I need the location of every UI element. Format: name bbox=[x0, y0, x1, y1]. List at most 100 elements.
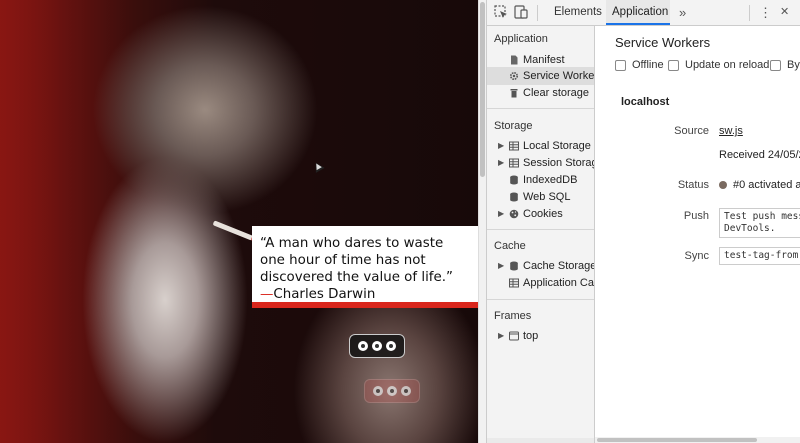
offline-checkbox[interactable]: Offline bbox=[615, 59, 664, 71]
slide-dot-icon bbox=[373, 386, 383, 396]
slide-dot-icon[interactable] bbox=[358, 341, 368, 351]
database-icon bbox=[510, 192, 518, 202]
application-sidebar: Application Manifest Service Workers Cle… bbox=[487, 26, 595, 443]
toolbar-divider bbox=[537, 5, 538, 21]
scrollbar-thumb[interactable] bbox=[480, 2, 485, 177]
checkbox-label: Offline bbox=[632, 59, 664, 71]
section-divider bbox=[487, 108, 594, 109]
sidebar-item-indexeddb[interactable]: IndexedDB bbox=[487, 171, 594, 189]
sidebar-item-label: Local Storage bbox=[523, 140, 591, 152]
expand-arrow-icon[interactable]: ▶ bbox=[498, 137, 504, 155]
sidebar-item-application-cache[interactable]: Application Cache bbox=[487, 274, 594, 292]
slide-nav-pill-reflection bbox=[364, 379, 420, 403]
sidebar-scrollbar[interactable] bbox=[487, 438, 594, 443]
toolbar-divider bbox=[749, 5, 750, 21]
checkbox-box[interactable] bbox=[668, 59, 679, 71]
quote-text-block: “A man who dares to waste one hour of ti… bbox=[260, 235, 470, 303]
red-shade-overlay bbox=[0, 0, 60, 443]
mouse-cursor-icon bbox=[311, 160, 325, 173]
slide-dot-icon bbox=[387, 386, 397, 396]
sidebar-item-label: top bbox=[523, 330, 539, 342]
source-label: Source bbox=[674, 125, 709, 137]
database-icon bbox=[510, 175, 518, 185]
section-divider bbox=[487, 299, 594, 300]
sidebar-item-label: Service Workers bbox=[523, 70, 595, 82]
checkbox-label: Update on reload bbox=[685, 59, 770, 71]
checkbox-label: Bypass for network bbox=[787, 59, 800, 71]
sidebar-item-label: Clear storage bbox=[523, 87, 590, 99]
sidebar-item-label: Application Cache bbox=[523, 277, 594, 289]
page-scrollbar[interactable] bbox=[478, 0, 486, 443]
quote-text: “A man who dares to waste one hour of ti… bbox=[260, 236, 453, 285]
expand-arrow-icon[interactable]: ▶ bbox=[498, 327, 504, 345]
scrollbar-thumb[interactable] bbox=[597, 438, 757, 442]
section-title-application: Application bbox=[494, 33, 548, 45]
section-divider bbox=[487, 229, 594, 230]
sidebar-item-web-sql[interactable]: Web SQL bbox=[487, 188, 594, 206]
tab-application[interactable]: Application bbox=[606, 0, 670, 25]
close-icon[interactable]: ✕ bbox=[780, 0, 789, 25]
push-label: Push bbox=[683, 210, 709, 222]
trash-icon bbox=[510, 89, 518, 98]
devtools-panel: Elements Application » ⋮ ✕ Application M… bbox=[486, 0, 800, 443]
gear-icon bbox=[509, 71, 519, 81]
pane-horizontal-scrollbar[interactable] bbox=[595, 437, 800, 443]
grid-icon bbox=[509, 158, 519, 168]
database-icon bbox=[510, 261, 518, 271]
sync-label: Sync bbox=[684, 250, 709, 262]
source-file-link[interactable]: sw.js bbox=[719, 125, 743, 137]
status-text: #0 activated and is running bbox=[733, 179, 800, 191]
sidebar-item-label: Session Storage bbox=[523, 157, 594, 169]
push-message-input[interactable]: Test push message from DevTools. bbox=[719, 208, 800, 238]
sidebar-item-cache-storage[interactable]: ▶ Cache Storage bbox=[487, 257, 595, 275]
sidebar-item-service-workers[interactable]: Service Workers bbox=[487, 67, 595, 85]
web-page-viewport: “A man who dares to waste one hour of ti… bbox=[0, 0, 478, 443]
tab-elements[interactable]: Elements bbox=[548, 0, 608, 25]
device-toolbar-icon[interactable] bbox=[514, 5, 528, 19]
worker-host: localhost bbox=[621, 96, 670, 108]
status-dot-icon bbox=[719, 181, 727, 189]
section-title-cache: Cache bbox=[494, 240, 526, 252]
expand-arrow-icon[interactable]: ▶ bbox=[498, 154, 504, 172]
slide-dot-icon bbox=[401, 386, 411, 396]
inspect-element-icon[interactable] bbox=[494, 5, 508, 19]
sidebar-item-local-storage[interactable]: ▶ Local Storage bbox=[487, 137, 594, 155]
document-icon bbox=[511, 55, 518, 65]
quote-author: Charles Darwin bbox=[273, 287, 376, 302]
slide-dot-icon[interactable] bbox=[372, 341, 382, 351]
frame-icon bbox=[509, 331, 519, 341]
expand-arrow-icon[interactable]: ▶ bbox=[498, 257, 504, 275]
service-workers-pane: Service Workers Offline Update on reload… bbox=[595, 26, 800, 443]
bypass-for-network-checkbox[interactable]: Bypass for network bbox=[770, 59, 800, 71]
slide-dot-icon[interactable] bbox=[386, 341, 396, 351]
checkbox-box[interactable] bbox=[770, 59, 781, 71]
expand-arrow-icon[interactable]: ▶ bbox=[498, 205, 504, 223]
sidebar-item-clear-storage[interactable]: Clear storage bbox=[487, 84, 594, 102]
quote-dash: — bbox=[260, 287, 274, 302]
sync-tag-input[interactable]: test-tag-from-devtools bbox=[719, 247, 800, 265]
menu-icon[interactable]: ⋮ bbox=[759, 0, 772, 25]
section-title-frames: Frames bbox=[494, 310, 532, 322]
status-label: Status bbox=[677, 179, 709, 191]
grid-icon bbox=[509, 278, 519, 288]
sidebar-item-label: Cache Storage bbox=[523, 260, 595, 272]
sidebar-item-cookies[interactable]: ▶ Cookies bbox=[487, 205, 594, 223]
devtools-toolbar: Elements Application » ⋮ ✕ bbox=[487, 0, 800, 26]
section-title-storage: Storage bbox=[494, 120, 533, 132]
sidebar-item-label: Web SQL bbox=[523, 191, 571, 203]
sidebar-item-session-storage[interactable]: ▶ Session Storage bbox=[487, 154, 594, 172]
slide-nav-pill[interactable] bbox=[349, 334, 405, 358]
more-tabs-icon[interactable]: » bbox=[679, 0, 686, 25]
checkbox-box[interactable] bbox=[615, 59, 626, 71]
sidebar-item-top-frame[interactable]: ▶ top bbox=[487, 327, 594, 345]
received-timestamp: Received 24/05/2017 bbox=[719, 149, 800, 161]
sidebar-item-label: Cookies bbox=[523, 208, 563, 220]
cookie-icon bbox=[509, 209, 519, 219]
update-on-reload-checkbox[interactable]: Update on reload bbox=[668, 59, 769, 71]
pane-title: Service Workers bbox=[615, 35, 711, 50]
sidebar-item-label: IndexedDB bbox=[523, 174, 578, 186]
quote-card: “A man who dares to waste one hour of ti… bbox=[252, 226, 478, 308]
cigarette-illustration bbox=[212, 220, 254, 241]
status-value: #0 activated and is running bbox=[719, 179, 800, 191]
grid-icon bbox=[509, 141, 519, 151]
